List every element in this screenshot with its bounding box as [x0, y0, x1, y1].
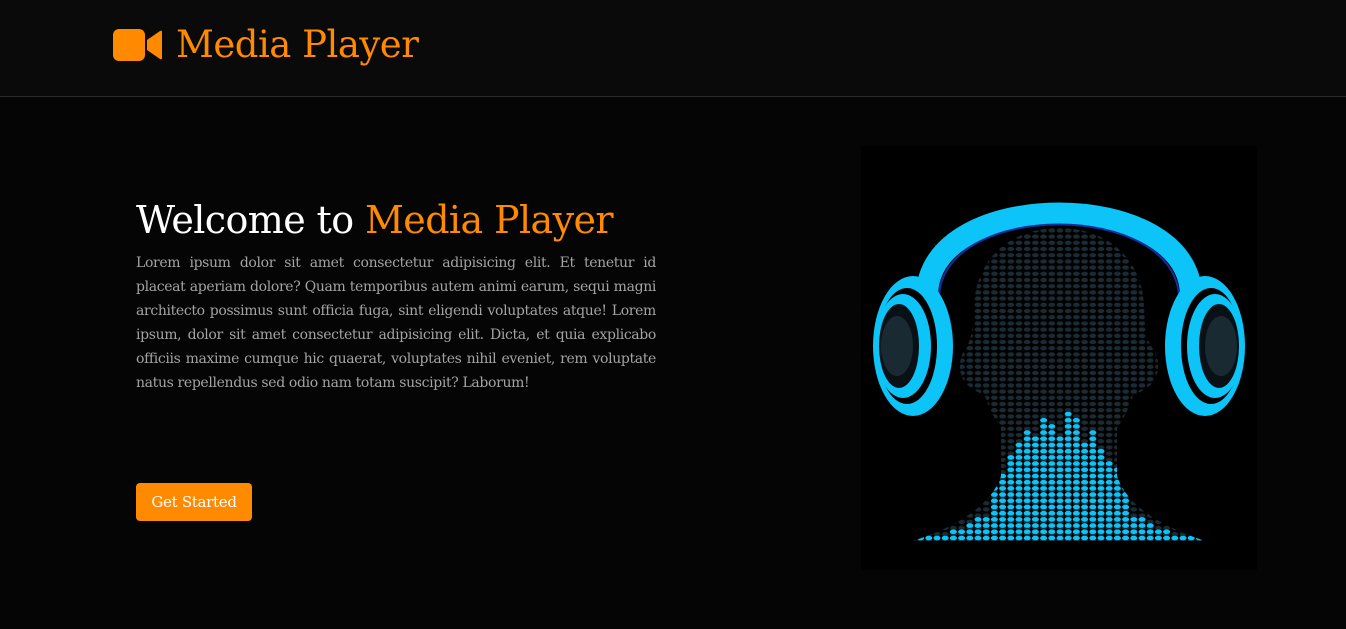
get-started-button[interactable]: Get Started — [136, 483, 252, 521]
hero-image — [861, 146, 1257, 570]
right-earcup — [1165, 276, 1245, 416]
site-header: Media Player — [0, 0, 1346, 97]
hero-title-accent: Media Player — [365, 198, 614, 242]
hero-description: Lorem ipsum dolor sit amet consectetur a… — [136, 255, 656, 392]
hero-title-prefix: Welcome to — [136, 198, 365, 242]
brand[interactable]: Media Player — [113, 22, 419, 68]
headphones-equalizer-head-icon — [873, 202, 1245, 541]
left-earcup — [873, 276, 953, 416]
site-title: Media Player — [176, 23, 419, 66]
hero-title: Welcome to Media Player — [136, 195, 656, 245]
video-camera-icon — [113, 29, 162, 61]
hero-text: Welcome to Media Player Lorem ipsum dolo… — [136, 195, 656, 396]
